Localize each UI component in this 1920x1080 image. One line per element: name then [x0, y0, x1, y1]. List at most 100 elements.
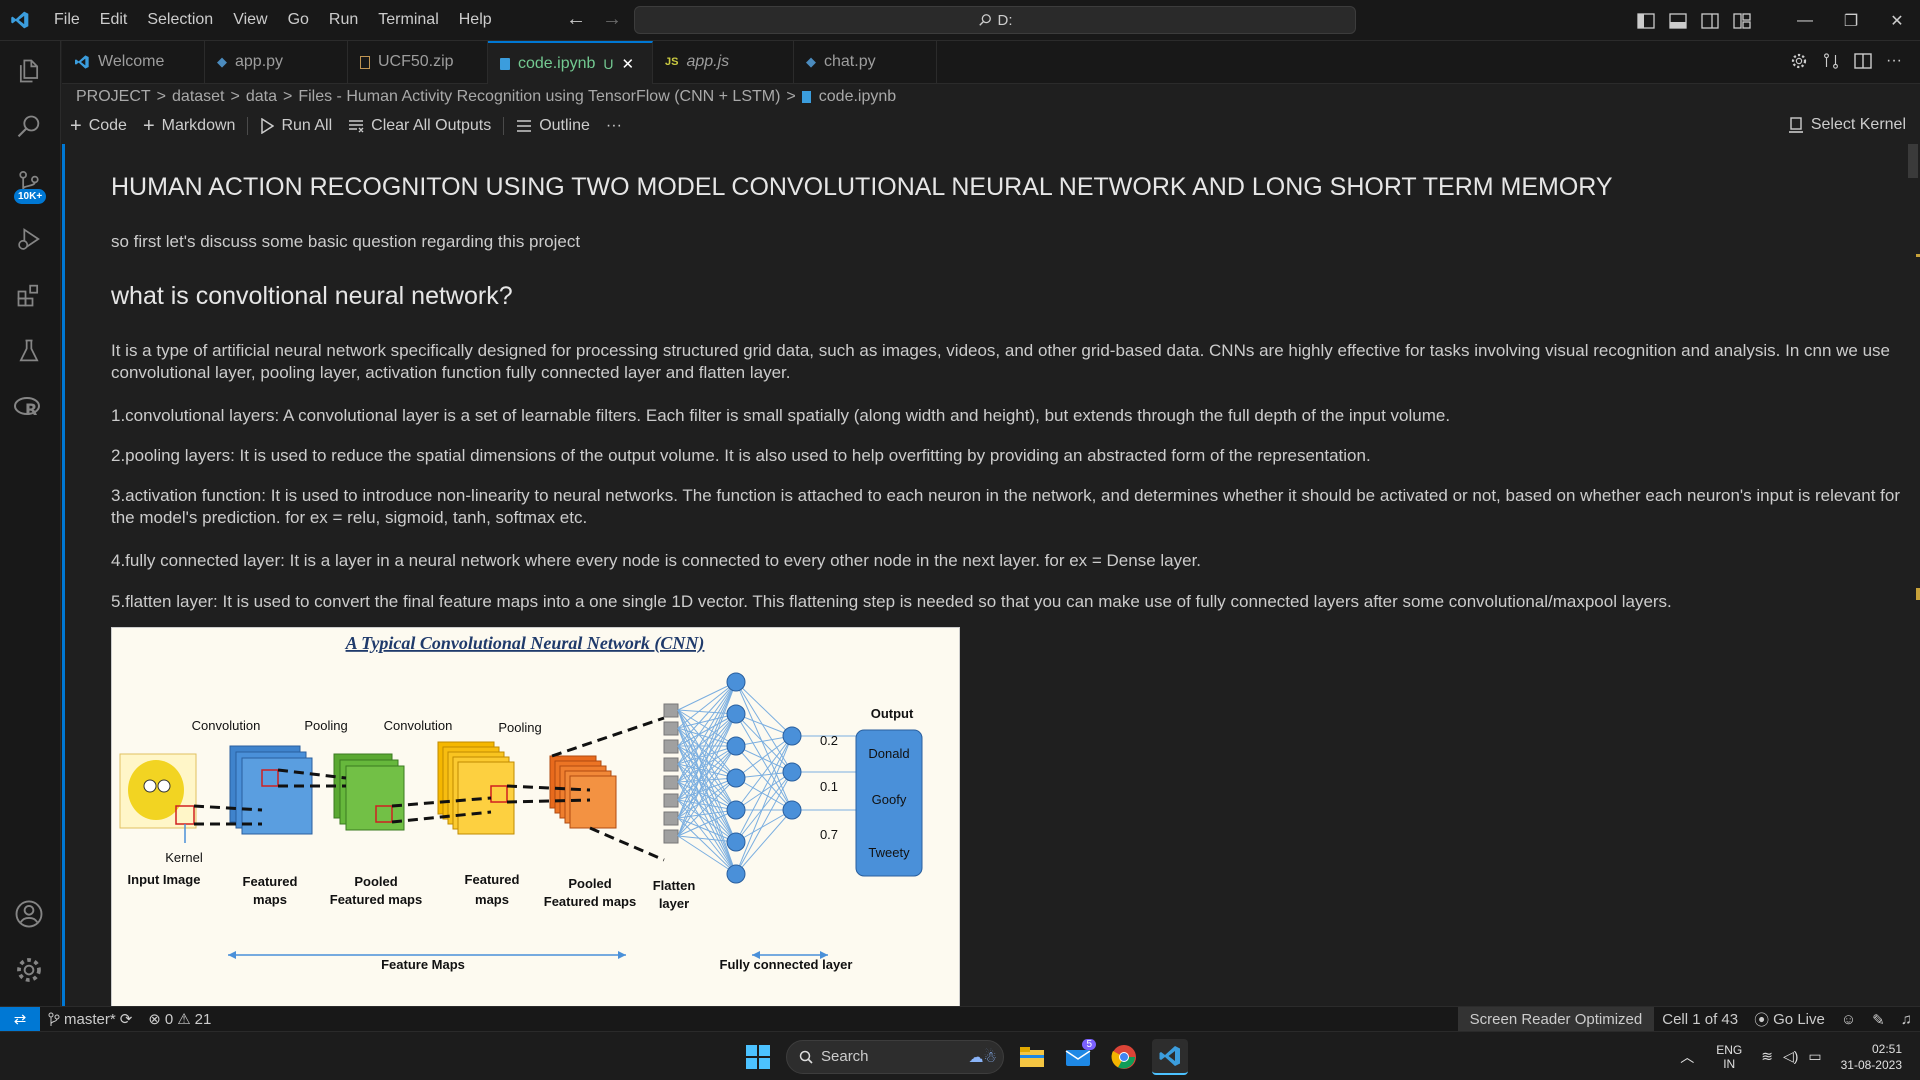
command-center-search[interactable]: D: — [634, 6, 1356, 34]
clear-all-outputs-button[interactable]: Clear All Outputs — [340, 117, 499, 135]
r-extension-icon[interactable]: R — [0, 382, 58, 432]
notebook-toolbar: + Code + Markdown Run All Clear All Output… — [62, 112, 1920, 140]
file-explorer-icon[interactable] — [1014, 1039, 1050, 1075]
toggle-panel-icon[interactable] — [1668, 11, 1688, 31]
remote-indicator-icon[interactable]: ⇄ — [0, 1006, 40, 1032]
accounts-icon[interactable] — [0, 889, 58, 939]
search-icon — [978, 14, 991, 26]
customize-layout-icon[interactable] — [1732, 11, 1752, 31]
windows-start-icon[interactable] — [740, 1039, 776, 1075]
compare-changes-icon[interactable] — [1822, 52, 1840, 75]
menu-view[interactable]: View — [223, 7, 277, 33]
explorer-icon[interactable] — [0, 46, 58, 96]
list-icon — [517, 120, 532, 132]
restore-button[interactable]: ❐ — [1828, 0, 1874, 41]
extensions-icon[interactable] — [0, 270, 58, 320]
run-all-button[interactable]: Run All — [252, 117, 340, 135]
search-icon[interactable] — [0, 102, 58, 152]
title-bar: File Edit Selection View Go Run Terminal… — [0, 0, 1920, 41]
tab-app-js[interactable]: JS app.js — [653, 41, 794, 83]
menu-terminal[interactable]: Terminal — [368, 7, 448, 33]
toggle-primary-sidebar-icon[interactable] — [1636, 11, 1656, 31]
menu-edit[interactable]: Edit — [90, 7, 138, 33]
settings-gear-icon[interactable] — [1790, 52, 1808, 75]
flatten-cell — [663, 793, 679, 808]
testing-flask-icon[interactable] — [0, 326, 58, 376]
language-indicator[interactable]: ENG IN — [1716, 1043, 1742, 1071]
breadcrumb-item[interactable]: PROJECT — [76, 88, 151, 106]
sync-icon[interactable]: ⟳ — [120, 1010, 133, 1028]
add-code-cell-button[interactable]: + Code — [62, 115, 135, 138]
toggle-secondary-sidebar-icon[interactable] — [1700, 11, 1720, 31]
feedback-icon[interactable]: ✎ — [1864, 1011, 1893, 1029]
close-window-button[interactable]: ✕ — [1874, 0, 1920, 41]
tab-label: app.py — [235, 53, 284, 70]
pooled-maps-label: Featured maps — [544, 894, 636, 909]
menu-go[interactable]: Go — [278, 7, 319, 33]
more-actions-icon[interactable]: ··· — [1886, 52, 1902, 75]
menu-selection[interactable]: Selection — [137, 7, 223, 33]
breadcrumb-item[interactable]: dataset — [172, 88, 224, 106]
outline-label: Outline — [539, 117, 590, 134]
add-markdown-cell-button[interactable]: + Markdown — [135, 115, 244, 138]
menu-file[interactable]: File — [44, 7, 90, 33]
go-live-button[interactable]: ⦿ Go Live — [1746, 1009, 1833, 1030]
breadcrumb-item[interactable]: code.ipynb — [819, 88, 896, 106]
breadcrumb-item[interactable]: data — [246, 88, 277, 106]
go-live-label: Go Live — [1773, 1011, 1825, 1028]
screen-reader-status[interactable]: Screen Reader Optimized — [1457, 1007, 1655, 1032]
manage-gear-icon[interactable] — [0, 945, 58, 995]
more-toolbar-actions[interactable]: ··· — [598, 117, 630, 135]
back-arrow-icon[interactable]: ← — [566, 8, 586, 31]
markdown-paragraph: so first let's discuss some basic questi… — [111, 232, 581, 251]
minimize-button[interactable]: — — [1782, 0, 1828, 41]
region-code: IN — [1723, 1056, 1736, 1071]
python-icon: ◆ — [217, 54, 227, 69]
vscode-logo-icon — [0, 0, 40, 41]
tab-app-py[interactable]: ◆ app.py — [205, 41, 348, 83]
menu-bar: File Edit Selection View Go Run Terminal… — [44, 7, 502, 33]
vscode-taskbar-icon[interactable] — [1152, 1038, 1188, 1075]
battery-icon[interactable]: ▭ — [1808, 1048, 1821, 1065]
wifi-icon[interactable]: ≋ — [1761, 1048, 1773, 1065]
tab-code-ipynb[interactable]: code.ipynb U ✕ — [488, 41, 653, 84]
tab-welcome[interactable]: Welcome — [62, 41, 205, 83]
run-debug-icon[interactable] — [0, 214, 58, 264]
menu-run[interactable]: Run — [319, 7, 368, 33]
forward-arrow-icon[interactable]: → — [602, 8, 622, 31]
mail-icon[interactable]: 5 — [1060, 1038, 1096, 1075]
notifications-bell-icon[interactable]: ♫ — [1893, 1011, 1920, 1028]
editor-scrollbar[interactable] — [1906, 144, 1920, 1006]
output-class: Tweety — [868, 845, 910, 860]
close-tab-icon[interactable]: ✕ — [622, 55, 635, 73]
split-editor-icon[interactable] — [1854, 52, 1872, 75]
clock-date: 31-08-2023 — [1840, 1057, 1902, 1072]
clock[interactable]: 02:51 31-08-2023 — [1841, 1041, 1902, 1073]
volume-icon[interactable]: ◁) — [1783, 1048, 1798, 1065]
cell-position-status[interactable]: Cell 1 of 43 — [1654, 1011, 1746, 1028]
fully-connected-label: Fully connected layer — [720, 957, 853, 972]
tab-chat-py[interactable]: ◆ chat.py — [794, 41, 937, 83]
problems-status[interactable]: ⊗ 0 ⚠ 21 — [140, 1010, 219, 1029]
breadcrumb-item[interactable]: Files - Human Activity Recognition using… — [298, 88, 780, 106]
chrome-icon[interactable] — [1106, 1039, 1142, 1075]
tab-ucf50-zip[interactable]: UCF50.zip — [348, 41, 488, 83]
markdown-paragraph: 4.fully connected layer: It is a layer i… — [111, 551, 1202, 570]
taskbar-search-input[interactable]: Search ☁☃ — [786, 1039, 1004, 1074]
show-hidden-icons-chevron-icon[interactable]: ︿ — [1680, 1047, 1694, 1067]
copilot-icon[interactable]: ☺ — [1833, 1011, 1864, 1028]
error-icon: ⊗ — [148, 1011, 161, 1028]
source-control-icon[interactable]: 10K+ — [0, 158, 58, 208]
add-markdown-label: Markdown — [161, 117, 236, 134]
overview-ruler-mark — [1916, 254, 1920, 257]
branch-status[interactable]: master* ⟳ — [40, 1010, 140, 1028]
language-code: ENG — [1716, 1042, 1743, 1057]
notebook-icon — [500, 57, 510, 70]
output-probability: 0.2 — [820, 733, 838, 748]
select-kernel-button[interactable]: Select Kernel — [1788, 116, 1906, 134]
diagram-title: A Typical Convolutional Neural Network (… — [345, 633, 705, 654]
menu-help[interactable]: Help — [449, 7, 502, 33]
scrollbar-thumb[interactable] — [1908, 144, 1918, 178]
flatten-cell — [663, 775, 679, 790]
outline-button[interactable]: Outline — [508, 117, 598, 135]
